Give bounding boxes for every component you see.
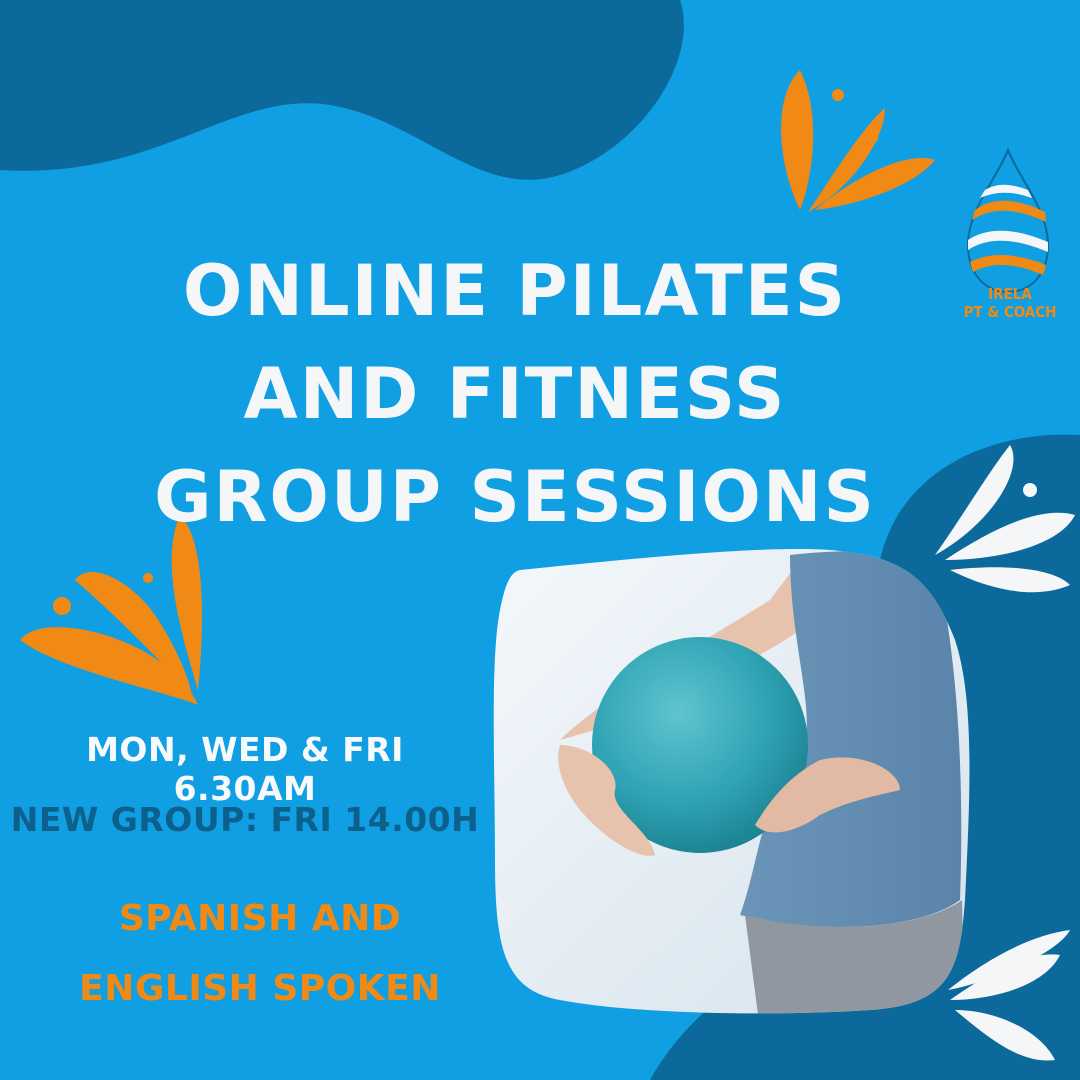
headline-line-3: GROUP SESSIONS <box>154 456 876 538</box>
headline: ONLINE PILATES AND FITNESS GROUP SESSION… <box>150 240 880 549</box>
logo-name: IRELA <box>988 285 1032 303</box>
headline-line-2: AND FITNESS <box>243 353 787 435</box>
new-group-text: NEW GROUP: FRI 14.00H <box>10 800 480 839</box>
logo-drop <box>966 147 1050 294</box>
schedule-text: MON, WED & FRI 6.30AM <box>86 730 404 808</box>
top-dark-blob <box>0 0 684 180</box>
logo-tagline: PT & COACH <box>963 303 1057 321</box>
photo <box>493 549 970 1014</box>
headline-line-1: ONLINE PILATES <box>182 250 848 332</box>
poster: ONLINE PILATES AND FITNESS GROUP SESSION… <box>0 0 1080 1080</box>
languages-line-2: ENGLISH SPOKEN <box>79 968 441 1009</box>
languages-line-1: SPANISH AND <box>118 898 402 939</box>
orange-splash-top <box>781 70 935 212</box>
